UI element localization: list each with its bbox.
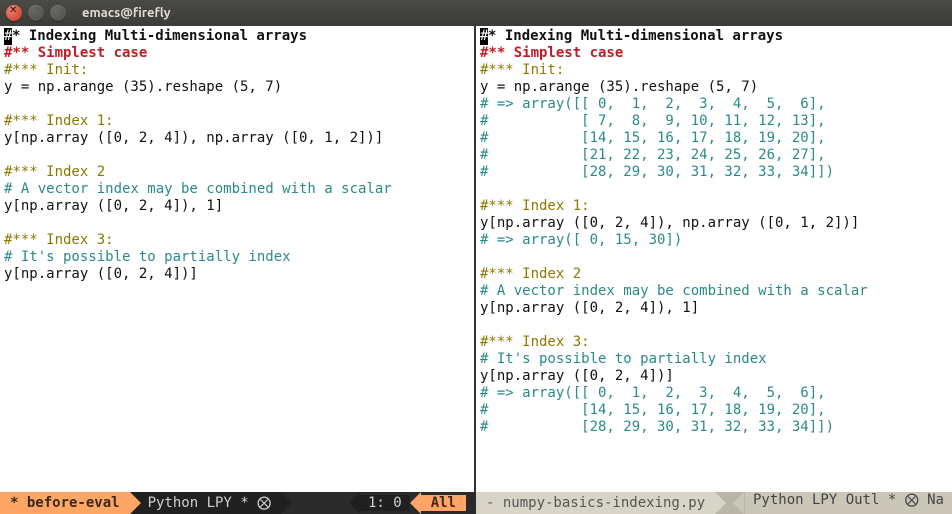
- code-line[interactable]: # [14, 15, 16, 17, 18, 19, 20],: [480, 402, 948, 419]
- code-span: #*** Index 1:: [480, 198, 590, 214]
- code-line[interactable]: # [28, 29, 30, 31, 32, 33, 34]]): [480, 419, 948, 436]
- code-span: #*** Index 2: [4, 164, 105, 180]
- code-line[interactable]: #*** Init:: [480, 62, 948, 79]
- code-line[interactable]: y = np.arange (35).reshape (5, 7): [4, 79, 470, 96]
- code-span: y[np.array ([0, 2, 4]), np.array ([0, 1,…: [480, 215, 859, 231]
- code-line[interactable]: #*** Index 1:: [4, 113, 470, 130]
- code-span: #** Simplest case: [480, 45, 623, 61]
- code-span: #*** Index 2: [480, 266, 581, 282]
- modeline-right-buffer[interactable]: - numpy-basics-indexing.py: [476, 492, 715, 514]
- code-line[interactable]: y[np.array ([0, 2, 4])]: [480, 368, 948, 385]
- code-line[interactable]: [4, 147, 470, 164]
- code-line[interactable]: y[np.array ([0, 2, 4]), 1]: [480, 300, 948, 317]
- code-line[interactable]: #*** Index 1:: [480, 198, 948, 215]
- code-span: #*** Index 1:: [4, 113, 114, 129]
- window-title: emacs@firefly: [82, 6, 171, 20]
- maximize-icon[interactable]: [50, 5, 66, 21]
- code-span: # A vector index may be combined with a …: [4, 181, 392, 197]
- code-line[interactable]: [480, 317, 948, 334]
- arrow-icon: [349, 492, 360, 514]
- code-span: # [28, 29, 30, 31, 32, 33, 34]]): [480, 164, 834, 180]
- code-span: # [21, 22, 23, 24, 25, 26, 27],: [480, 147, 826, 163]
- code-span: y[np.array ([0, 2, 4]), 1]: [4, 198, 223, 214]
- code-line[interactable]: #*** Index 3:: [4, 232, 470, 249]
- code-line[interactable]: #*** Index 2: [4, 164, 470, 181]
- code-line[interactable]: [480, 181, 948, 198]
- code-line[interactable]: # => array([[ 0, 1, 2, 3, 4, 5, 6],: [480, 385, 948, 402]
- code-line[interactable]: y[np.array ([0, 2, 4])]: [4, 266, 470, 283]
- code-line[interactable]: # It's possible to partially index: [4, 249, 470, 266]
- close-icon[interactable]: [6, 5, 22, 21]
- code-span: # [28, 29, 30, 31, 32, 33, 34]]): [480, 419, 834, 435]
- code-line[interactable]: #*** Index 2: [480, 266, 948, 283]
- code-line[interactable]: # [ 7, 8, 9, 10, 11, 12, 13],: [480, 113, 948, 130]
- modeline-left-buffer[interactable]: * before-eval: [0, 492, 130, 514]
- modeline-right-mode[interactable]: Python LPY Outl * ⨂ Na: [745, 492, 952, 514]
- code-line[interactable]: #*** Index 3:: [480, 334, 948, 351]
- text-cursor: #: [4, 28, 12, 45]
- modeline-left-percent: All: [421, 495, 466, 511]
- right-editor-pane[interactable]: #* Indexing Multi-dimensional arrays#** …: [476, 26, 952, 492]
- code-span: y[np.array ([0, 2, 4])]: [480, 368, 674, 384]
- code-span: # [14, 15, 16, 17, 18, 19, 20],: [480, 402, 826, 418]
- code-span: y[np.array ([0, 2, 4])]: [4, 266, 198, 282]
- minimize-icon[interactable]: [28, 5, 44, 21]
- code-line[interactable]: [4, 215, 470, 232]
- code-line[interactable]: # => array([[ 0, 1, 2, 3, 4, 5, 6],: [480, 96, 948, 113]
- code-line[interactable]: y[np.array ([0, 2, 4]), np.array ([0, 1,…: [4, 130, 470, 147]
- modeline-right: - numpy-basics-indexing.py Python LPY Ou…: [476, 492, 952, 514]
- code-span: * Indexing Multi-dimensional arrays: [12, 28, 307, 44]
- code-line[interactable]: y[np.array ([0, 2, 4]), 1]: [4, 198, 470, 215]
- left-editor-pane[interactable]: #* Indexing Multi-dimensional arrays#** …: [0, 26, 476, 492]
- code-span: #*** Init:: [480, 62, 564, 78]
- code-span: # It's possible to partially index: [480, 351, 767, 367]
- arrow-icon: [733, 492, 744, 514]
- code-span: # [14, 15, 16, 17, 18, 19, 20],: [480, 130, 826, 146]
- code-line[interactable]: [4, 96, 470, 113]
- code-span: # => array([ 0, 15, 30]): [480, 232, 682, 248]
- arrow-icon: [410, 492, 421, 514]
- code-line[interactable]: #** Simplest case: [4, 45, 470, 62]
- modeline: * before-eval Python LPY * ⨂ 1: 0 All - …: [0, 492, 952, 514]
- code-span: # A vector index may be combined with a …: [480, 283, 868, 299]
- code-span: y = np.arange (35).reshape (5, 7): [480, 79, 758, 95]
- code-span: # => array([[ 0, 1, 2, 3, 4, 5, 6],: [480, 385, 826, 401]
- code-line[interactable]: # A vector index may be combined with a …: [480, 283, 948, 300]
- code-line[interactable]: #** Simplest case: [480, 45, 948, 62]
- window-titlebar: emacs@firefly: [0, 0, 952, 26]
- code-span: # => array([[ 0, 1, 2, 3, 4, 5, 6],: [480, 96, 826, 112]
- code-span: y[np.array ([0, 2, 4]), np.array ([0, 1,…: [4, 130, 383, 146]
- editor-workarea: #* Indexing Multi-dimensional arrays#** …: [0, 26, 952, 492]
- modeline-left-mode[interactable]: Python LPY * ⨂: [130, 492, 282, 514]
- code-span: #*** Index 3:: [480, 334, 590, 350]
- modeline-left: * before-eval Python LPY * ⨂ 1: 0 All: [0, 492, 476, 514]
- code-line[interactable]: y = np.arange (35).reshape (5, 7): [480, 79, 948, 96]
- code-line[interactable]: # [28, 29, 30, 31, 32, 33, 34]]): [480, 164, 948, 181]
- modeline-left-pos: 1: 0: [360, 495, 410, 511]
- code-line[interactable]: y[np.array ([0, 2, 4]), np.array ([0, 1,…: [480, 215, 948, 232]
- code-span: # It's possible to partially index: [4, 249, 291, 265]
- code-line[interactable]: #*** Init:: [4, 62, 470, 79]
- code-span: #** Simplest case: [4, 45, 147, 61]
- code-span: #*** Index 3:: [4, 232, 114, 248]
- code-span: * Indexing Multi-dimensional arrays: [488, 28, 783, 44]
- text-cursor: #: [480, 28, 488, 45]
- code-line[interactable]: # [14, 15, 16, 17, 18, 19, 20],: [480, 130, 948, 147]
- code-line[interactable]: # [21, 22, 23, 24, 25, 26, 27],: [480, 147, 948, 164]
- modeline-left-fill: 1: 0 All: [281, 492, 476, 514]
- code-line[interactable]: # It's possible to partially index: [480, 351, 948, 368]
- code-line[interactable]: # A vector index may be combined with a …: [4, 181, 470, 198]
- code-line[interactable]: #* Indexing Multi-dimensional arrays: [4, 28, 470, 45]
- code-line[interactable]: #* Indexing Multi-dimensional arrays: [480, 28, 948, 45]
- code-line[interactable]: [480, 249, 948, 266]
- code-span: #*** Init:: [4, 62, 88, 78]
- code-line[interactable]: # => array([ 0, 15, 30]): [480, 232, 948, 249]
- code-span: # [ 7, 8, 9, 10, 11, 12, 13],: [480, 113, 826, 129]
- code-span: y[np.array ([0, 2, 4]), 1]: [480, 300, 699, 316]
- code-span: y = np.arange (35).reshape (5, 7): [4, 79, 282, 95]
